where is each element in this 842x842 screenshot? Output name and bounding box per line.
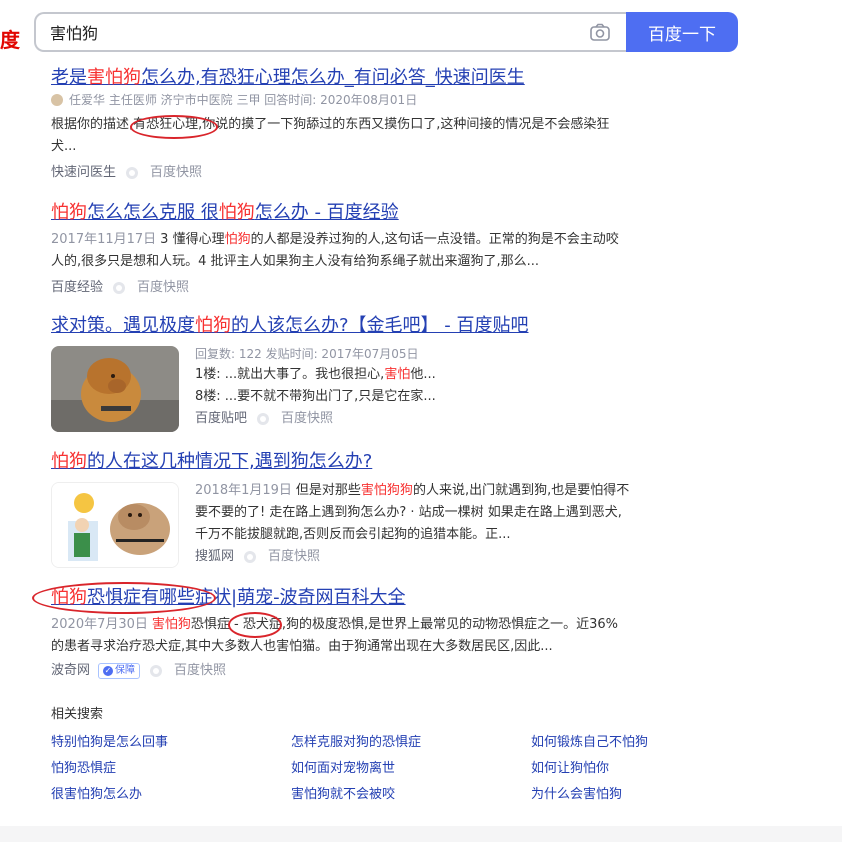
- search-result: 怕狗怎么怎么克服 很怕狗怎么办 - 百度经验 2017年11月17日 3 懂得心理…: [51, 201, 631, 299]
- snapshot-link[interactable]: 百度快照: [268, 546, 320, 568]
- result-abstract: 根据你的描述,有恐狂心理,你说的摸了一下狗舔过的东西又摸伤口了,这种间接的情况是…: [51, 117, 610, 154]
- doctor-avatar: [51, 94, 63, 106]
- result-meta: 回复数: 122 发贴时间: 2017年07月05日: [195, 347, 419, 361]
- related-search-link[interactable]: 害怕狗就不会被咬: [291, 784, 531, 806]
- related-search-link[interactable]: 如何让狗怕你: [531, 758, 771, 780]
- result-floor-1: 1楼: ...就出大事了。我也很担心,害怕他...: [195, 367, 436, 382]
- info-icon[interactable]: [150, 665, 163, 677]
- snapshot-link[interactable]: 百度快照: [174, 660, 226, 682]
- camera-icon[interactable]: [590, 23, 610, 41]
- related-search-link[interactable]: 为什么会害怕狗: [531, 784, 771, 806]
- result-source[interactable]: 搜狐网: [195, 546, 234, 568]
- result-source-row: 波奇网 ✓ 保障 百度快照: [51, 660, 631, 682]
- info-icon[interactable]: [244, 551, 257, 563]
- result-abstract: 2020年7月30日 害怕狗恐惧症 - 恐犬症,狗的极度恐惧,是世界上最常见的动物…: [51, 617, 619, 654]
- search-result: 怕狗恐惧症有哪些症状|萌宠-波奇网百科大全 2020年7月30日 害怕狗恐惧症 -…: [51, 586, 631, 682]
- info-icon[interactable]: [257, 413, 270, 425]
- info-icon[interactable]: [126, 167, 139, 179]
- result-title-link[interactable]: 老是害怕狗怎么办,有恐狂心理怎么办_有问必答_快速问医生: [51, 66, 631, 90]
- related-search-link[interactable]: 怕狗恐惧症: [51, 758, 291, 780]
- result-source-row: 百度贴吧 百度快照: [195, 408, 631, 430]
- related-searches-title: 相关搜索: [51, 707, 104, 722]
- result-title-link[interactable]: 怕狗恐惧症有哪些症状|萌宠-波奇网百科大全: [51, 586, 631, 610]
- result-source[interactable]: 快速问医生: [51, 162, 116, 184]
- info-icon[interactable]: [113, 282, 126, 294]
- result-abstract: 2018年1月19日 但是对那些害怕狗狗的人来说,出门就遇到狗,也是要怕得不要不要…: [195, 483, 630, 542]
- related-search-link[interactable]: 很害怕狗怎么办: [51, 784, 291, 806]
- result-abstract: 2017年11月17日 3 懂得心理怕狗的人都是没养过狗的人,这句话一点没错。正常…: [51, 232, 619, 269]
- result-meta: 任爱华 主任医师 济宁市中医院 三甲 回答时间: 2020年08月01日: [51, 90, 631, 110]
- related-search-link[interactable]: 如何面对宠物离世: [291, 758, 531, 780]
- result-title-link[interactable]: 怕狗怎么怎么克服 很怕狗怎么办 - 百度经验: [51, 201, 631, 225]
- related-searches: 相关搜索 特别怕狗是怎么回事 怎样克服对狗的恐惧症 如何锻炼自己不怕狗 怕狗恐惧…: [51, 704, 771, 806]
- snapshot-link[interactable]: 百度快照: [150, 162, 202, 184]
- result-floor-8: 8楼: ...要不就不带狗出门了,只是它在家...: [195, 389, 436, 404]
- snapshot-link[interactable]: 百度快照: [281, 408, 333, 430]
- search-result: 求对策。遇见极度怕狗的人该怎么办?【金毛吧】 - 百度贴吧 回复数: 122 发…: [51, 314, 631, 432]
- snapshot-link[interactable]: 百度快照: [137, 277, 189, 299]
- result-source[interactable]: 百度经验: [51, 277, 103, 299]
- related-search-link[interactable]: 怎样克服对狗的恐惧症: [291, 732, 531, 754]
- result-source-row: 搜狐网 百度快照: [195, 546, 631, 568]
- check-icon: ✓: [103, 666, 114, 676]
- result-source-row: 百度经验 百度快照: [51, 277, 631, 299]
- result-title-link[interactable]: 求对策。遇见极度怕狗的人该怎么办?【金毛吧】 - 百度贴吧: [51, 314, 631, 338]
- result-source[interactable]: 波奇网: [51, 660, 90, 682]
- related-search-link[interactable]: 特别怕狗是怎么回事: [51, 732, 291, 754]
- result-source[interactable]: 百度贴吧: [195, 408, 247, 430]
- footer-band: [0, 826, 842, 842]
- result-source-row: 快速问医生 百度快照: [51, 162, 631, 184]
- baidu-logo-fragment[interactable]: 度: [0, 24, 20, 53]
- cartoon-thumbnail[interactable]: [51, 482, 179, 568]
- guarantee-badge: ✓ 保障: [98, 663, 141, 679]
- related-search-link[interactable]: 如何锻炼自己不怕狗: [531, 732, 771, 754]
- search-box: [34, 12, 630, 52]
- result-title-link[interactable]: 怕狗的人在这几种情况下,遇到狗怎么办?: [51, 450, 631, 474]
- search-button[interactable]: 百度一下: [626, 12, 738, 52]
- search-input[interactable]: [36, 14, 556, 50]
- dog-photo-thumbnail[interactable]: [51, 346, 179, 432]
- search-result: 老是害怕狗怎么办,有恐狂心理怎么办_有问必答_快速问医生 任爱华 主任医师 济宁…: [51, 66, 631, 184]
- search-result: 怕狗的人在这几种情况下,遇到狗怎么办? 2018年1月19日 但是对那些害怕狗狗的…: [51, 450, 631, 568]
